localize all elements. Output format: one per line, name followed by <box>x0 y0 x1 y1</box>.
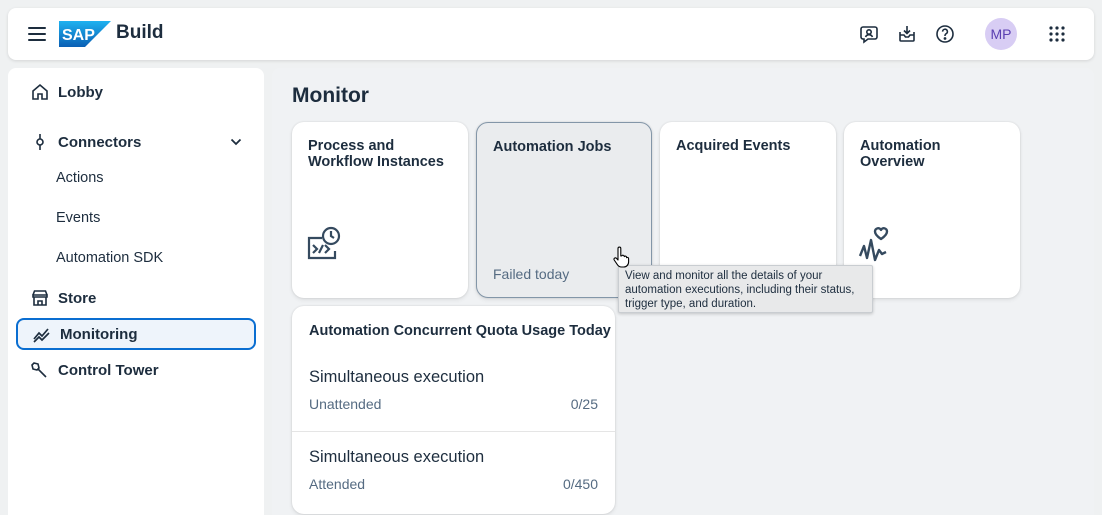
quota-row-label: Unattended <box>309 396 382 412</box>
quota-row-title: Simultaneous execution <box>309 368 485 386</box>
sidebar-item-label: Store <box>58 289 97 307</box>
sidebar-item-connectors[interactable]: Connectors <box>16 126 256 158</box>
sidebar-item-label: Connectors <box>58 133 142 151</box>
svg-text:SAP: SAP <box>62 27 95 44</box>
hand-cursor-icon <box>612 246 630 273</box>
sidebar-item-store[interactable]: Store <box>16 282 256 314</box>
card-title: Process and Workflow Instances <box>308 138 444 170</box>
sidebar-item-events[interactable]: Events <box>16 202 256 234</box>
chevron-down-icon[interactable] <box>230 135 242 153</box>
product-name: Build <box>116 22 164 43</box>
tooltip: View and monitor all the details of your… <box>618 265 873 313</box>
avatar[interactable]: MP <box>985 18 1017 50</box>
quota-title: Automation Concurrent Quota Usage Today <box>309 323 611 339</box>
card-title: Automation Jobs <box>493 139 612 155</box>
side-navigation: Lobby Connectors Actions Events Automati… <box>8 68 264 515</box>
hamburger-menu-icon[interactable] <box>26 24 48 44</box>
page-title: Monitor <box>292 84 369 107</box>
quota-usage-card: Automation Concurrent Quota Usage Today … <box>292 306 615 514</box>
sidebar-item-actions[interactable]: Actions <box>16 162 256 194</box>
quota-row-title: Simultaneous execution <box>309 448 485 466</box>
feedback-icon[interactable] <box>857 22 881 46</box>
quota-row-value: 0/25 <box>570 396 598 412</box>
sidebar-item-lobby[interactable]: Lobby <box>16 76 256 108</box>
sidebar-item-monitoring[interactable]: Monitoring <box>16 318 256 350</box>
app-grid-icon[interactable] <box>1045 22 1069 46</box>
sidebar-item-automation-sdk[interactable]: Automation SDK <box>16 242 256 274</box>
process-monitor-icon <box>306 226 342 267</box>
sidebar-item-label: Monitoring <box>60 325 138 343</box>
card-title: Automation Overview <box>860 138 941 170</box>
sidebar-item-label: Automation SDK <box>56 250 164 266</box>
inbox-icon[interactable] <box>895 22 919 46</box>
card-title: Acquired Events <box>676 138 791 154</box>
store-icon <box>30 288 50 308</box>
sidebar-item-control-tower[interactable]: Control Tower <box>16 354 256 386</box>
card-footer-status: Failed today <box>493 266 570 282</box>
home-icon <box>30 82 50 102</box>
sidebar-item-label: Actions <box>56 170 104 186</box>
card-process-workflow-instances[interactable]: Process and Workflow Instances <box>292 122 468 298</box>
sidebar-item-label: Control Tower <box>58 361 159 379</box>
connector-icon <box>30 132 50 152</box>
monitoring-icon <box>32 324 52 344</box>
help-icon[interactable] <box>933 22 957 46</box>
sidebar-item-label: Lobby <box>58 83 103 101</box>
quota-row-value: 0/450 <box>562 476 598 492</box>
shell-bar: SAP Build MP <box>8 8 1094 60</box>
sap-logo[interactable]: SAP <box>59 21 111 47</box>
health-icon <box>858 226 894 267</box>
sidebar-item-label: Events <box>56 210 101 226</box>
divider <box>292 431 615 432</box>
wrench-icon <box>30 360 50 380</box>
quota-row-label: Attended <box>309 476 366 492</box>
